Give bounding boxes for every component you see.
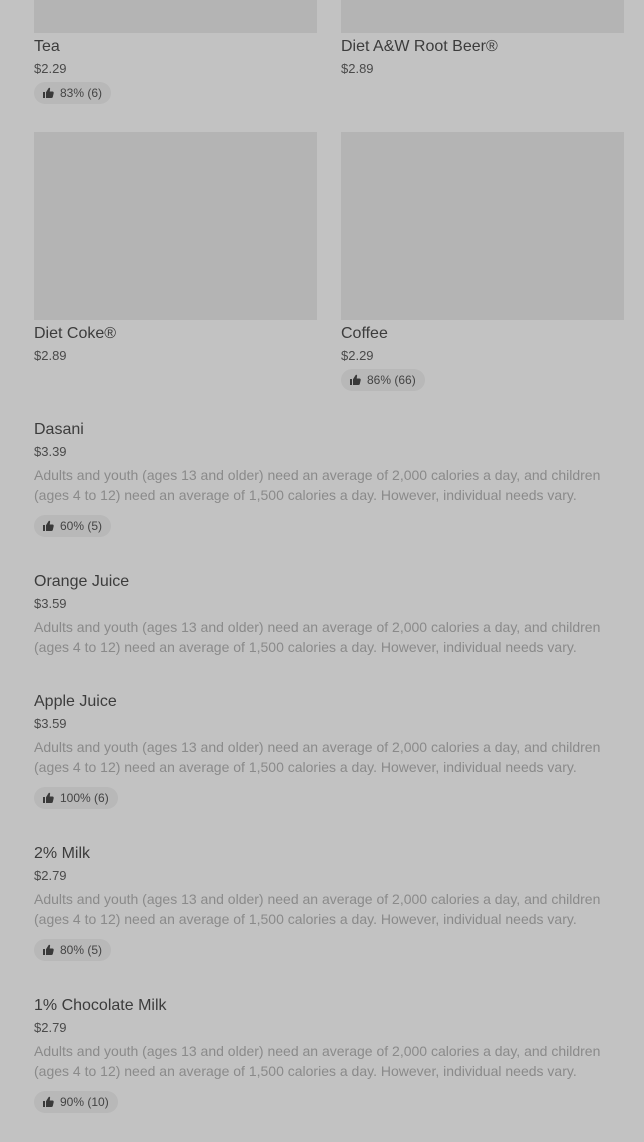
item-price: $2.29 xyxy=(34,61,67,76)
item-price: $2.29 xyxy=(341,348,374,363)
item-price: $2.89 xyxy=(341,61,374,76)
item-price: $3.59 xyxy=(34,596,67,611)
menu-item-dasani[interactable]: Dasani $3.39 Adults and youth (ages 13 a… xyxy=(34,416,614,537)
item-name: Dasani xyxy=(34,421,84,438)
menu-card-tea[interactable]: Tea $2.29 83% (6) xyxy=(34,0,317,104)
thumbs-up-icon xyxy=(43,520,54,531)
thumbs-up-icon xyxy=(43,944,54,955)
menu-card-coffee[interactable]: Coffee $2.29 86% (66) xyxy=(341,132,624,391)
rating-text: 100% (6) xyxy=(60,791,109,805)
item-price: $3.59 xyxy=(34,716,67,731)
thumbs-up-icon xyxy=(350,374,361,385)
item-name: Diet A&W Root Beer® xyxy=(341,38,498,55)
item-price: $2.89 xyxy=(34,348,67,363)
rating-text: 80% (5) xyxy=(60,943,103,957)
item-description: Adults and youth (ages 13 and older) nee… xyxy=(34,739,601,775)
rating-badge: 86% (66) xyxy=(341,369,425,391)
menu-item-orange-juice[interactable]: Orange Juice $3.59 Adults and youth (age… xyxy=(34,568,614,657)
item-price: $2.79 xyxy=(34,1020,67,1035)
menu-item-apple-juice[interactable]: Apple Juice $3.59 Adults and youth (ages… xyxy=(34,688,614,809)
item-image xyxy=(34,132,317,320)
item-description: Adults and youth (ages 13 and older) nee… xyxy=(34,891,601,927)
rating-badge: 100% (6) xyxy=(34,787,118,809)
item-image xyxy=(341,132,624,320)
item-name: Apple Juice xyxy=(34,693,117,710)
item-name: Coffee xyxy=(341,325,388,342)
item-price: $2.79 xyxy=(34,868,67,883)
item-name: Tea xyxy=(34,38,60,55)
item-image xyxy=(34,0,317,33)
menu-item-1-percent-chocolate-milk[interactable]: 1% Chocolate Milk $2.79 Adults and youth… xyxy=(34,992,614,1113)
item-name: 1% Chocolate Milk xyxy=(34,997,167,1014)
thumbs-up-icon xyxy=(43,792,54,803)
item-description: Adults and youth (ages 13 and older) nee… xyxy=(34,1043,601,1079)
item-description: Adults and youth (ages 13 and older) nee… xyxy=(34,619,601,655)
menu-card-diet-aw-root-beer[interactable]: Diet A&W Root Beer® $2.89 xyxy=(341,0,624,78)
item-name: 2% Milk xyxy=(34,845,91,862)
rating-badge: 83% (6) xyxy=(34,82,112,104)
rating-text: 86% (66) xyxy=(367,373,416,387)
rating-badge: 90% (10) xyxy=(34,1091,118,1113)
item-name: Orange Juice xyxy=(34,573,130,590)
thumbs-up-icon xyxy=(43,1096,54,1107)
item-name: Diet Coke® xyxy=(34,325,117,342)
menu-item-2-percent-milk[interactable]: 2% Milk $2.79 Adults and youth (ages 13 … xyxy=(34,840,614,961)
rating-text: 90% (10) xyxy=(60,1095,109,1109)
rating-badge: 80% (5) xyxy=(34,939,112,961)
thumbs-up-icon xyxy=(43,87,54,98)
rating-text: 83% (6) xyxy=(60,86,103,100)
item-price: $3.39 xyxy=(34,444,67,459)
rating-text: 60% (5) xyxy=(60,519,103,533)
rating-badge: 60% (5) xyxy=(34,515,112,537)
item-description: Adults and youth (ages 13 and older) nee… xyxy=(34,467,601,503)
menu-card-diet-coke[interactable]: Diet Coke® $2.89 xyxy=(34,132,317,365)
item-image xyxy=(341,0,624,33)
